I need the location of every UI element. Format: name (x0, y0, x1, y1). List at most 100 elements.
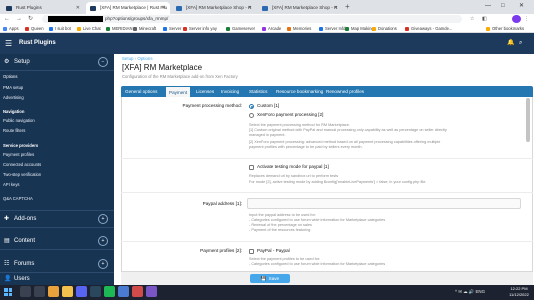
back-button[interactable]: ← (4, 14, 10, 24)
sidebar-item-payment-profiles[interactable]: Payment profiles (3, 152, 34, 157)
testing-mode-label[interactable]: Activate testing mode for paypal [1] (257, 164, 329, 169)
profile-avatar[interactable] (512, 15, 521, 23)
save-button[interactable]: 💾 Save (250, 274, 290, 283)
discord-icon[interactable] (76, 286, 87, 297)
sidebar-item-options[interactable]: Options (3, 74, 17, 79)
breadcrumb-options[interactable]: Options (137, 56, 152, 61)
tab-general-options[interactable]: General options (125, 86, 157, 97)
bookmark-item[interactable]: Arcade (262, 24, 281, 33)
notification-icon[interactable]: 🔔 (507, 33, 514, 54)
expand-toggle[interactable]: + (98, 259, 108, 269)
search-icon[interactable] (20, 286, 31, 297)
bookmark-item[interactable]: Server (163, 24, 181, 33)
tab-resource-bookmarking[interactable]: Resource bookmarking (276, 86, 323, 97)
windows-start-icon[interactable] (4, 288, 12, 296)
bookmark-item[interactable]: Other bookmarks (486, 24, 524, 33)
minimize-button[interactable]: — (485, 0, 491, 13)
url-text: php?options/groups/xfa_rmmp/ (105, 16, 169, 21)
radio-xenforo-payment-label[interactable]: XenForo payment processing [2] (257, 112, 323, 117)
bookmark-item[interactable]: Server Infd (319, 24, 345, 33)
paypal-address-input[interactable] (247, 198, 521, 209)
menu-icon[interactable]: ⋮ (524, 14, 529, 24)
paypal-profile-label[interactable]: PayPal - Paypal (257, 248, 290, 253)
sidebar-item-api-keys[interactable]: API keys (3, 182, 20, 187)
favicon-icon (6, 5, 12, 11)
puzzle-icon: ✚ (4, 216, 10, 222)
extensions-icon[interactable]: ◧ (482, 14, 487, 24)
sidebar-item-two-step[interactable]: Two-step verification (3, 172, 41, 177)
bookmark-item[interactable]: Giveaways - Gamde... (405, 24, 452, 33)
sidebar-item-advertising[interactable]: Advertising (3, 95, 24, 100)
sidebar-item-public-navigation[interactable]: Public navigation (3, 118, 35, 123)
new-tab-button[interactable]: + (345, 2, 350, 12)
brand-title[interactable]: Rust Plugins (19, 33, 56, 54)
sidebar-item-pma-setup[interactable]: PMA setup (3, 85, 23, 90)
app-icon-2[interactable] (132, 286, 143, 297)
close-tab-icon[interactable]: ✕ (334, 2, 338, 14)
browser-tab-active[interactable]: [XFA] RM Marketplace | Rust Plu ✕ (86, 2, 170, 14)
reload-button[interactable]: ↻ (28, 14, 33, 24)
sidebar-section-setup[interactable]: ⚙ Setup − (0, 54, 114, 70)
folder-icon[interactable] (62, 286, 73, 297)
browser-tab[interactable]: [XFA] RM Marketplace Shop - R ✕ (172, 2, 256, 14)
scrollbar-thumb[interactable] (526, 98, 530, 142)
sidebar-item-route-filters[interactable]: Route filters (3, 128, 25, 133)
maximize-button[interactable]: □ (501, 0, 505, 13)
app-icon[interactable] (118, 286, 129, 297)
breadcrumb-setup[interactable]: Setup (122, 56, 133, 61)
hamburger-icon[interactable]: ☰ (5, 39, 12, 48)
tab-payment[interactable]: Payment (166, 86, 191, 97)
bookmark-item[interactable]: Minecraft (133, 24, 156, 33)
close-tab-icon[interactable]: ✕ (162, 2, 166, 14)
tab-invoicing[interactable]: Invoicing (221, 86, 239, 97)
sidebar-section-content[interactable]: ▤ Content + (0, 233, 114, 249)
sidebar-item-connected-accounts[interactable]: Connected accounts (3, 162, 41, 167)
url-field[interactable]: php?options/groups/xfa_rmmp/ (42, 15, 462, 23)
admin-header (0, 33, 534, 54)
steam-icon[interactable] (90, 286, 101, 297)
bookmark-item[interactable]: Gameserver (226, 24, 255, 33)
star-icon[interactable]: ☆ (470, 14, 474, 24)
forward-button[interactable]: → (16, 14, 22, 24)
taskbar-clock[interactable]: 12:22 PM 11/12/2022 (505, 286, 533, 297)
search-icon[interactable]: ⌕ (519, 33, 522, 54)
bookmark-item[interactable]: Server info yay (183, 24, 217, 33)
spotify-icon[interactable] (104, 286, 115, 297)
testing-mode-checkbox[interactable] (249, 165, 254, 170)
taskview-icon[interactable] (34, 286, 45, 297)
bookmark-item[interactable]: Memories (287, 24, 311, 33)
bookmark-item[interactable]: Apps (3, 24, 19, 33)
form-submit-row (121, 271, 533, 285)
tab-renowned-profiles[interactable]: Renowned profiles (326, 86, 364, 97)
radio-custom-label[interactable]: Custom [1] (257, 103, 279, 108)
expand-toggle[interactable]: + (98, 236, 108, 246)
close-tab-icon[interactable]: ✕ (248, 2, 252, 14)
bookmark-item[interactable]: Queen (25, 24, 44, 33)
bookmark-item[interactable]: I suit bot (49, 24, 71, 33)
browser-tab[interactable]: Rust Plugins ✕ (2, 2, 84, 14)
system-tray[interactable]: ^ ✉ ☁ 🔊 ENG (455, 286, 485, 297)
bookmark-label: Gameserver (232, 26, 256, 31)
sidebar-section-label: Users (14, 276, 30, 282)
sidebar-section-users[interactable]: 👤 Users (0, 273, 114, 285)
tab-licenses[interactable]: Licenses (196, 86, 214, 97)
app-icon-3[interactable] (146, 286, 157, 297)
chrome-icon[interactable] (48, 286, 59, 297)
bookmark-item[interactable]: Map Making (345, 24, 374, 33)
tab-statistics[interactable]: Statistics (249, 86, 267, 97)
bookmark-item[interactable]: MERIDIAN (106, 24, 132, 33)
divider (0, 70, 114, 71)
sidebar-section-addons[interactable]: ✚ Add-ons + (0, 211, 114, 227)
bookmark-item[interactable]: Live Chat (77, 24, 101, 33)
paypal-profile-checkbox[interactable] (249, 249, 254, 254)
expand-toggle[interactable]: + (98, 214, 108, 224)
radio-custom[interactable] (249, 104, 254, 109)
close-window-button[interactable]: ✕ (519, 0, 524, 13)
sidebar-section-forums[interactable]: ☷ Forums + (0, 256, 114, 272)
bookmark-item[interactable]: Donations (372, 24, 397, 33)
collapse-toggle[interactable]: − (98, 57, 108, 67)
radio-xenforo-payment[interactable] (249, 113, 254, 118)
browser-tab[interactable]: [XFA] RM Marketplace Shop - R ✕ (258, 2, 342, 14)
close-tab-icon[interactable]: ✕ (76, 2, 80, 14)
sidebar-item-captcha[interactable]: Q&A CAPTCHA (3, 196, 33, 201)
